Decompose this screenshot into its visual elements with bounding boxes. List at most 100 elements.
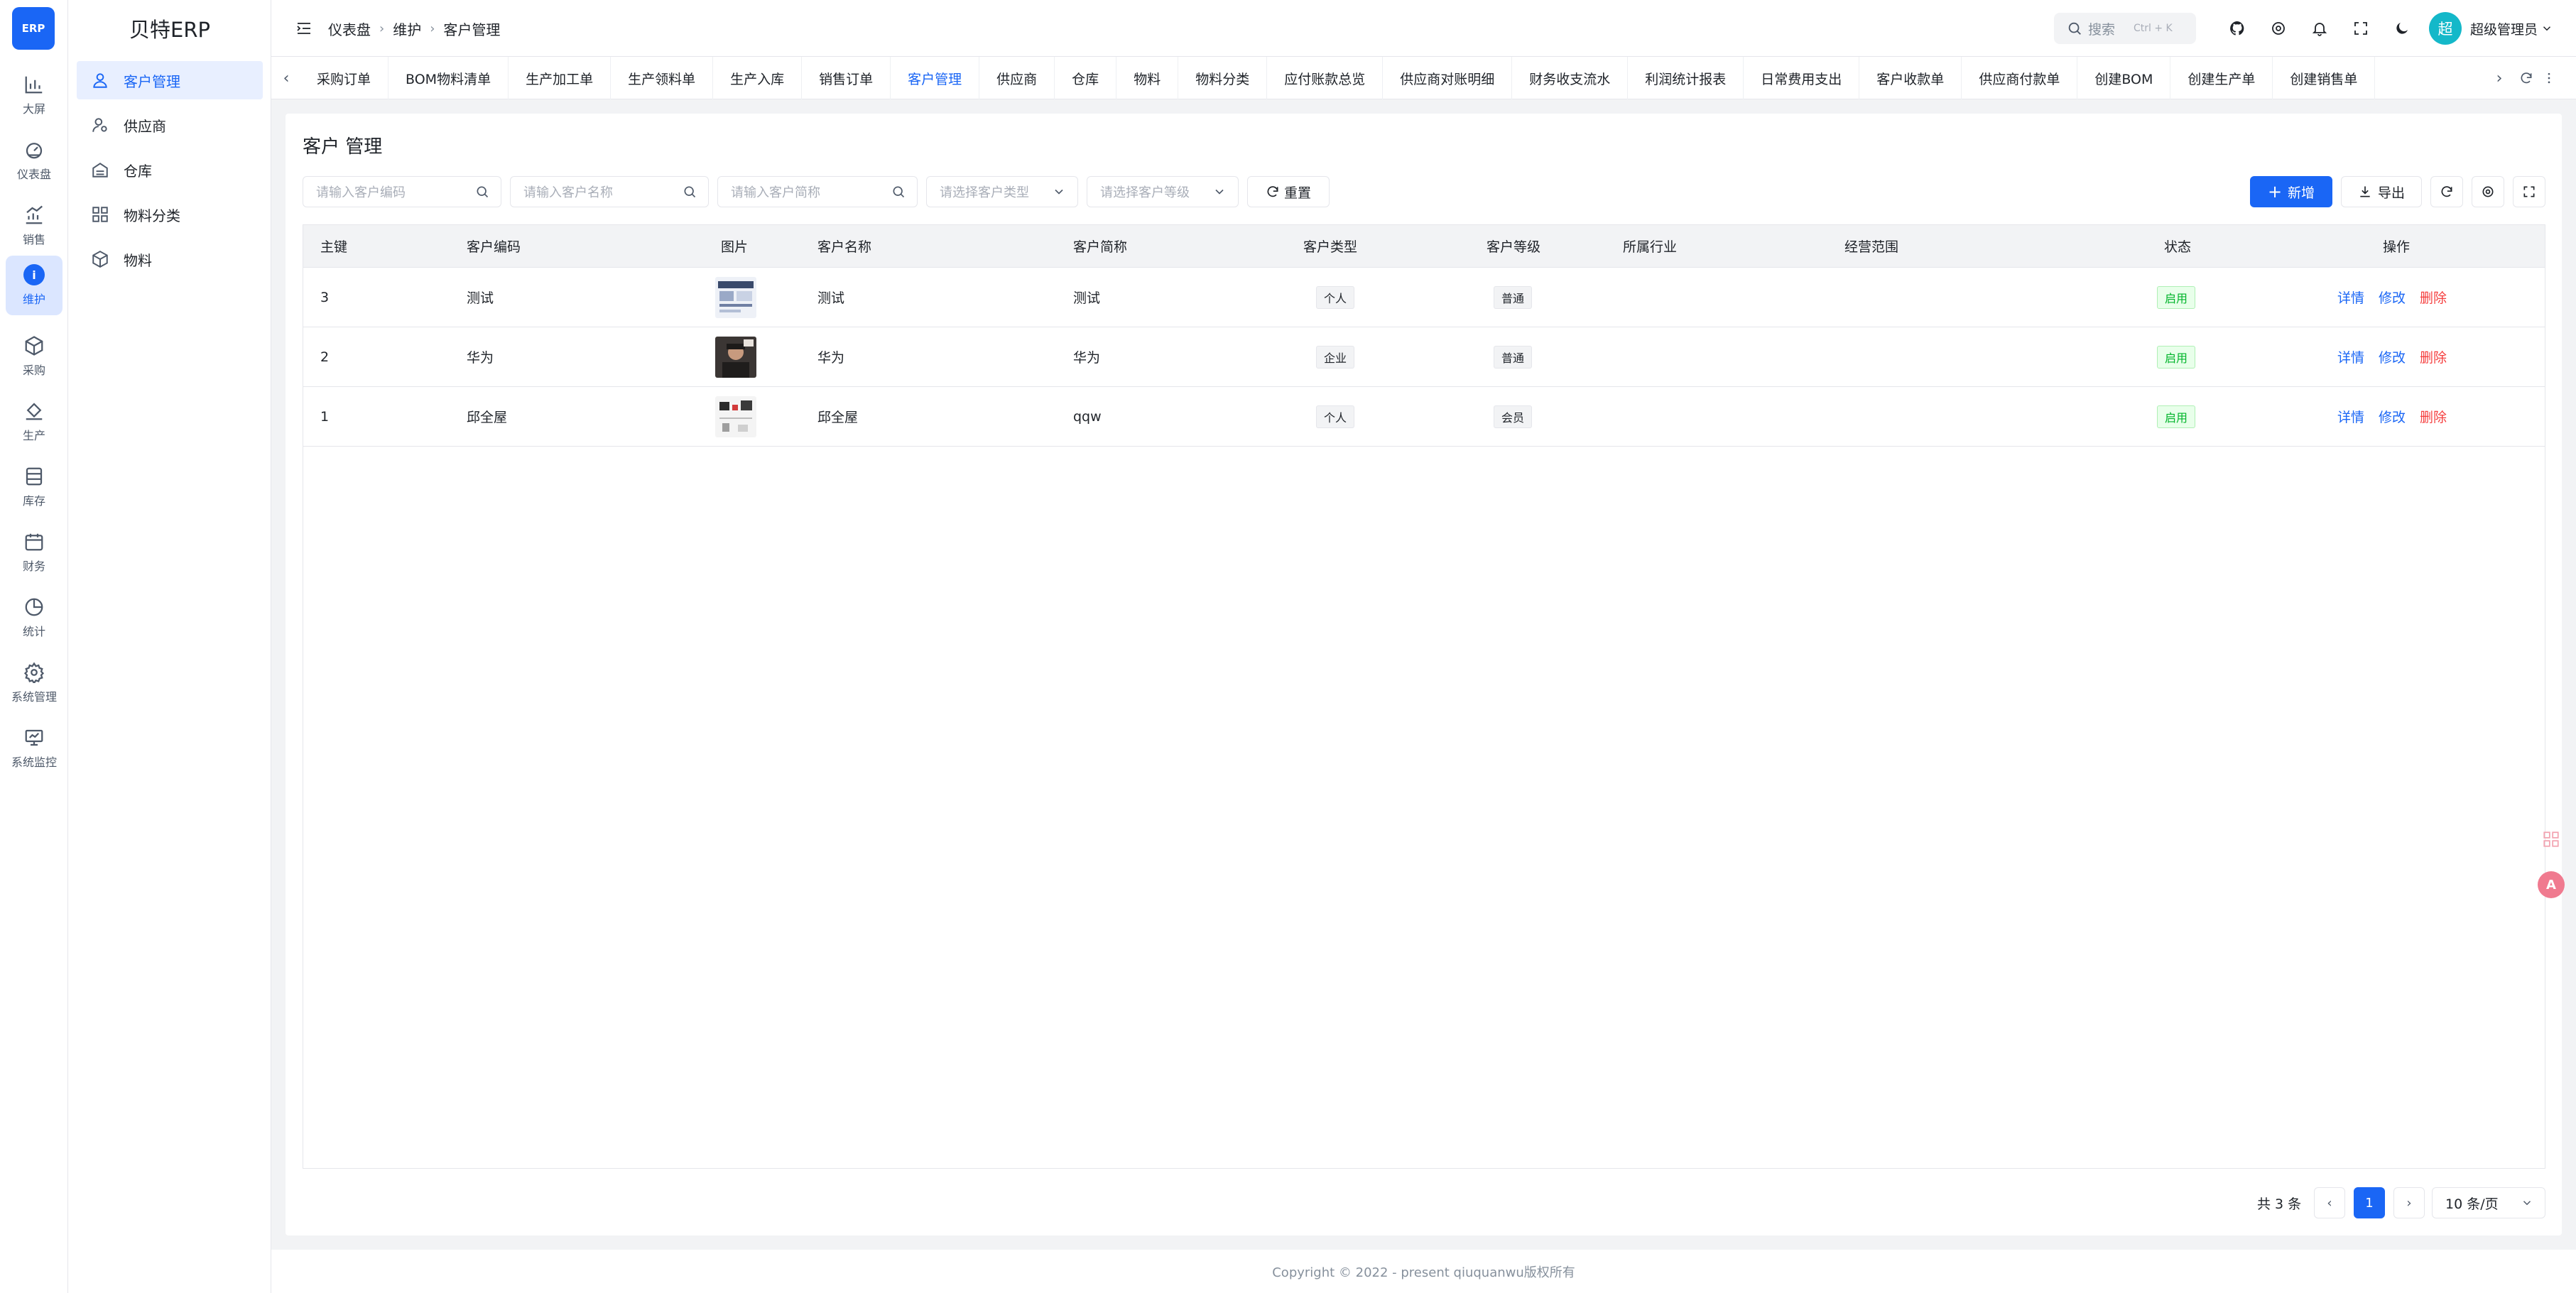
search-icon bbox=[477, 186, 489, 198]
rail-item-monitor[interactable]: 系统监控 bbox=[6, 719, 63, 778]
rail-item-purchase[interactable]: 采购 bbox=[6, 327, 63, 386]
customer-thumbnail[interactable] bbox=[715, 395, 756, 437]
tabs-scroll-right[interactable]: › bbox=[2489, 57, 2510, 99]
tab-item[interactable]: 物料分类 bbox=[1178, 57, 1268, 99]
pie-chart-icon bbox=[25, 598, 43, 616]
edit-link[interactable]: 修改 bbox=[2379, 347, 2406, 366]
customer-level-select[interactable]: 请选择客户等级 bbox=[1087, 176, 1239, 207]
cell-image[interactable] bbox=[715, 268, 756, 327]
archive-icon bbox=[26, 467, 43, 486]
table-settings-button[interactable] bbox=[2472, 176, 2504, 207]
rail-item-dashboard[interactable]: 仪表盘 bbox=[6, 131, 63, 190]
add-button[interactable]: + 新增 bbox=[2250, 176, 2332, 207]
edit-link[interactable]: 修改 bbox=[2379, 288, 2406, 307]
customer-thumbnail[interactable] bbox=[715, 276, 756, 318]
customer-thumbnail[interactable] bbox=[715, 336, 756, 378]
detail-link[interactable]: 详情 bbox=[2337, 347, 2364, 366]
delete-link[interactable]: 删除 bbox=[2420, 288, 2447, 307]
reset-button[interactable]: 重置 bbox=[1247, 176, 1330, 207]
fullscreen-icon bbox=[2523, 186, 2535, 197]
rail-item-statistics[interactable]: 统计 bbox=[6, 588, 63, 648]
detail-link[interactable]: 详情 bbox=[2337, 407, 2364, 426]
delete-link[interactable]: 删除 bbox=[2420, 407, 2447, 426]
subnav-item-customer[interactable]: 客户管理 bbox=[77, 61, 263, 99]
breadcrumb-item[interactable]: 维护 bbox=[393, 18, 421, 39]
breadcrumb-item: 客户管理 bbox=[443, 21, 501, 38]
notifications-button[interactable] bbox=[2307, 16, 2332, 41]
customer-code-input[interactable]: 请输入客户编码 bbox=[303, 176, 501, 207]
next-page-button[interactable]: › bbox=[2393, 1187, 2425, 1218]
menu-collapse-button[interactable] bbox=[291, 16, 317, 41]
rail-item-inventory[interactable]: 库存 bbox=[6, 457, 63, 517]
total-count: 共 3 条 bbox=[2257, 1196, 2302, 1212]
table-fullscreen-button[interactable] bbox=[2513, 176, 2545, 207]
rail-item-bigscreen[interactable]: 大屏 bbox=[6, 65, 63, 125]
page-number-button[interactable]: 1 bbox=[2354, 1187, 2385, 1218]
tab-item[interactable]: 创建销售单 bbox=[2273, 57, 2376, 99]
tab-item[interactable]: 仓库 bbox=[1055, 57, 1117, 99]
delete-link[interactable]: 删除 bbox=[2420, 347, 2447, 366]
bar-chart-icon bbox=[25, 76, 43, 94]
tab-item[interactable]: 供应商对账明细 bbox=[1383, 57, 1513, 99]
tab-item[interactable]: 创建生产单 bbox=[2170, 57, 2273, 99]
tab-item[interactable]: 客户管理 bbox=[891, 57, 980, 99]
tab-item[interactable]: 销售订单 bbox=[802, 57, 891, 99]
user-menu[interactable]: 超级管理员 bbox=[2470, 0, 2553, 57]
tabs-refresh-button[interactable] bbox=[2516, 57, 2537, 99]
subnav-item-warehouse[interactable]: 仓库 bbox=[77, 151, 263, 189]
fullscreen-button[interactable] bbox=[2348, 16, 2374, 41]
prev-page-button[interactable]: ‹ bbox=[2314, 1187, 2345, 1218]
tab-item[interactable]: 供应商 bbox=[979, 57, 1055, 99]
page-title: 客户 管理 bbox=[303, 136, 383, 158]
github-button[interactable] bbox=[2224, 16, 2250, 41]
customer-type-select[interactable]: 请选择客户类型 bbox=[926, 176, 1078, 207]
cell-type: 个人 bbox=[1316, 387, 1355, 446]
avatar[interactable]: 超 bbox=[2429, 12, 2462, 45]
rail-item-production[interactable]: 生产 bbox=[6, 392, 63, 452]
breadcrumb-item[interactable]: 仪表盘 bbox=[328, 18, 371, 39]
tab-item[interactable]: 应付账款总览 bbox=[1267, 57, 1384, 99]
tab-item[interactable]: 生产领料单 bbox=[611, 57, 714, 99]
customer-short-name-input[interactable]: 请输入客户简称 bbox=[717, 176, 918, 207]
tab-item[interactable]: BOM物料清单 bbox=[388, 57, 509, 99]
cell-image[interactable] bbox=[715, 327, 756, 386]
subnav-item-material-category[interactable]: 物料分类 bbox=[77, 195, 263, 234]
tab-item[interactable]: 财务收支流水 bbox=[1512, 57, 1629, 99]
edit-link[interactable]: 修改 bbox=[2379, 407, 2406, 426]
tab-item[interactable]: 采购订单 bbox=[300, 57, 389, 99]
rail-item-finance[interactable]: 财务 bbox=[6, 523, 63, 582]
theme-toggle-button[interactable] bbox=[2389, 16, 2415, 41]
search-shortcut: Ctrl + K bbox=[2134, 23, 2173, 34]
cell-image[interactable] bbox=[715, 387, 756, 446]
floating-translate-button[interactable]: A bbox=[2537, 871, 2565, 899]
export-button[interactable]: 导出 bbox=[2341, 176, 2422, 207]
tab-item[interactable]: 利润统计报表 bbox=[1628, 57, 1744, 99]
app-logo[interactable]: ERP bbox=[12, 7, 55, 50]
tabs-more-button[interactable] bbox=[2538, 57, 2560, 99]
cell-level: 会员 bbox=[1494, 387, 1533, 446]
tab-item[interactable]: 创建BOM bbox=[2077, 57, 2171, 99]
floating-tools-button[interactable] bbox=[2537, 825, 2565, 853]
table-refresh-button[interactable] bbox=[2430, 176, 2463, 207]
rail-item-system[interactable]: 系统管理 bbox=[6, 653, 63, 713]
moon-icon bbox=[2396, 23, 2408, 34]
rail-item-sales[interactable]: 销售 bbox=[6, 196, 63, 256]
customer-name-input[interactable]: 请输入客户名称 bbox=[510, 176, 709, 207]
tab-item[interactable]: 客户收款单 bbox=[1859, 57, 1962, 99]
tab-item[interactable]: 供应商付款单 bbox=[1962, 57, 2078, 99]
rail-item-maintenance[interactable]: i 维护 bbox=[6, 256, 63, 315]
global-search[interactable]: 搜索 Ctrl + K bbox=[2054, 13, 2196, 44]
tabs-scroll-left[interactable]: ‹ bbox=[276, 57, 297, 99]
tab-item[interactable]: 物料 bbox=[1116, 57, 1179, 99]
settings-button[interactable] bbox=[2266, 16, 2291, 41]
page-size-select[interactable]: 10 条/页 bbox=[2432, 1187, 2545, 1218]
tab-item[interactable]: 生产加工单 bbox=[509, 57, 612, 99]
level-tag: 会员 bbox=[1494, 405, 1533, 428]
tab-item[interactable]: 生产入库 bbox=[713, 57, 803, 99]
detail-link[interactable]: 详情 bbox=[2337, 288, 2364, 307]
dashboard-icon bbox=[26, 143, 43, 159]
subnav-item-material[interactable]: 物料 bbox=[77, 240, 263, 278]
subnav-item-supplier[interactable]: 供应商 bbox=[77, 106, 263, 144]
tab-item[interactable]: 日常费用支出 bbox=[1744, 57, 1860, 99]
column-header: 状态 bbox=[2164, 239, 2192, 255]
